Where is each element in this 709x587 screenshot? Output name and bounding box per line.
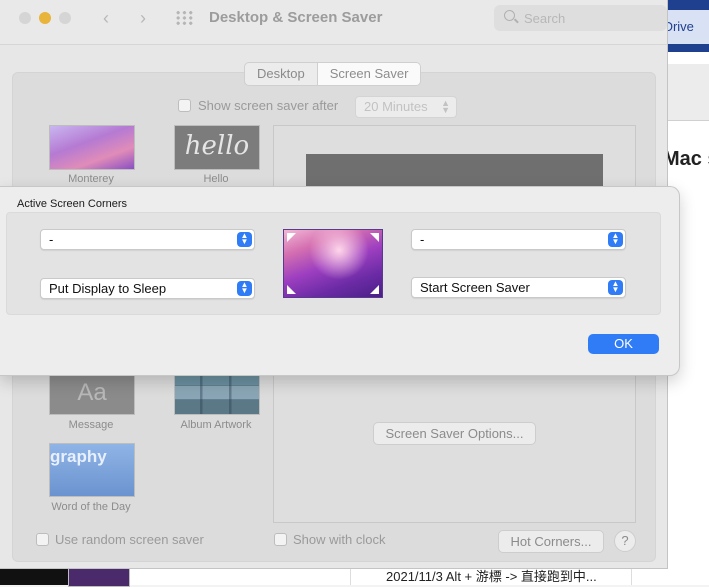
top-right-corner-value: -	[420, 232, 425, 247]
corner-marker-bottom-left	[287, 285, 296, 294]
corner-marker-top-left	[287, 233, 296, 242]
saver-label-word-of-the-day: Word of the Day	[51, 501, 131, 513]
corners-screen-preview	[283, 229, 383, 298]
popup-chevron-icon: ▲ ▼	[237, 281, 252, 296]
saver-thumb-monterey[interactable]	[49, 125, 135, 170]
window-title: Desktop & Screen Saver	[209, 9, 383, 26]
saver-thumb-word-of-the-day[interactable]: graphy	[49, 443, 135, 497]
preview-screen	[306, 154, 603, 190]
saver-thumb-hello[interactable]: hello	[174, 125, 260, 170]
show-after-checkbox[interactable]	[178, 99, 191, 112]
show-all-grid-icon[interactable]	[175, 10, 194, 26]
close-button[interactable]	[19, 12, 31, 24]
background-app-heading: Mac s	[667, 148, 709, 170]
tab-screen-saver[interactable]: Screen Saver	[316, 63, 421, 85]
saver-label-hello: Hello	[203, 173, 229, 185]
show-clock-label: Show with clock	[293, 532, 386, 547]
tab-segmented-control: Desktop Screen Saver	[244, 62, 422, 86]
search-placeholder: Search	[524, 11, 566, 26]
random-saver-label: Use random screen saver	[55, 532, 204, 547]
popup-chevron-icon: ▲ ▼	[237, 232, 252, 247]
corner-marker-bottom-right	[370, 285, 379, 294]
bottom-left-corner-popup[interactable]: Put Display to Sleep ▲ ▼	[40, 278, 255, 299]
show-after-popup[interactable]: 20 Minutes ▲ ▼	[355, 96, 457, 118]
bottom-right-corner-value: Start Screen Saver	[420, 280, 530, 295]
screen-saver-options-button[interactable]: Screen Saver Options...	[373, 422, 536, 445]
bottom-right-corner-popup[interactable]: Start Screen Saver ▲ ▼	[411, 277, 626, 298]
top-right-corner-popup[interactable]: - ▲ ▼	[411, 229, 626, 250]
word-of-day-thumb-text: graphy	[50, 447, 107, 466]
search-field[interactable]: Search	[494, 5, 667, 31]
title-bar: ‹ › Desktop & Screen Saver Search	[0, 0, 667, 45]
corner-marker-top-right	[370, 233, 379, 242]
corner-markers	[287, 233, 379, 294]
back-icon[interactable]: ‹	[96, 8, 116, 29]
tab-desktop[interactable]: Desktop	[245, 63, 317, 85]
saver-thumb-message[interactable]: Aa	[49, 370, 135, 415]
search-icon	[504, 10, 515, 21]
popup-chevron-icon: ▲ ▼	[608, 280, 623, 295]
show-after-value: 20 Minutes	[364, 99, 428, 114]
popup-chevron-icon: ▲ ▼	[608, 232, 623, 247]
top-left-corner-value: -	[49, 232, 54, 247]
bottom-left-corner-value: Put Display to Sleep	[49, 281, 167, 296]
sheet-title: Active Screen Corners	[17, 198, 128, 210]
background-app-strip	[667, 64, 709, 121]
minimize-button[interactable]	[39, 12, 51, 24]
hot-corners-button[interactable]: Hot Corners...	[498, 530, 604, 553]
saver-label-message: Message	[68, 419, 114, 431]
saver-label-monterey: Monterey	[68, 173, 114, 185]
background-app-tab[interactable]: OneDrive	[667, 10, 709, 44]
saver-thumb-album-artwork[interactable]	[174, 370, 260, 415]
show-clock-checkbox[interactable]	[274, 533, 287, 546]
popup-chevron-icon: ▲ ▼	[441, 98, 450, 115]
help-button[interactable]: ?	[614, 530, 636, 552]
zoom-button[interactable]	[59, 12, 71, 24]
random-saver-checkbox[interactable]	[36, 533, 49, 546]
forward-icon[interactable]: ›	[133, 8, 153, 29]
top-left-corner-popup[interactable]: - ▲ ▼	[40, 229, 255, 250]
saver-label-album-artwork: Album Artwork	[180, 419, 252, 431]
ok-button[interactable]: OK	[588, 334, 659, 354]
show-after-label: Show screen saver after	[198, 98, 339, 113]
